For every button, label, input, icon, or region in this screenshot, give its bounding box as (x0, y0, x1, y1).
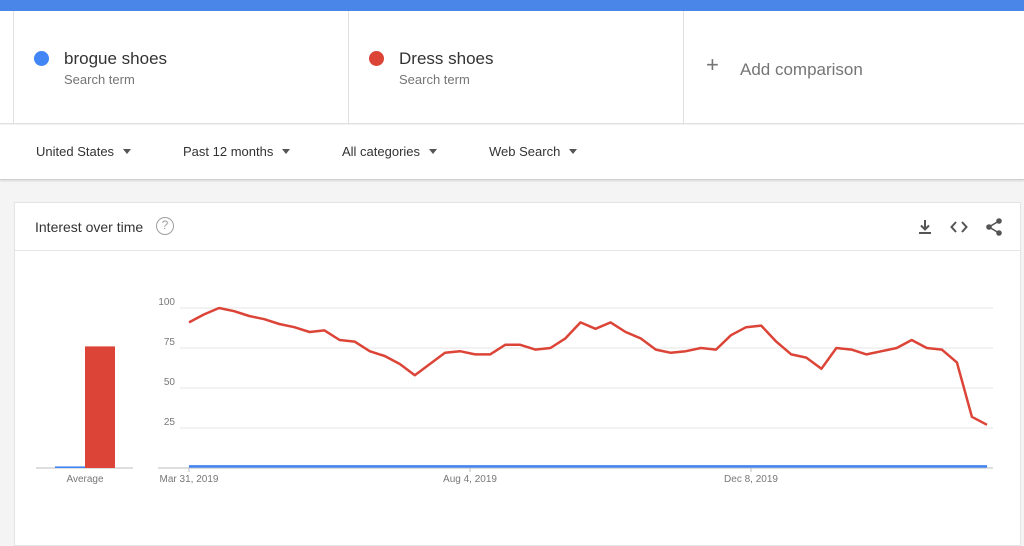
add-comparison-button[interactable]: + Add comparison (684, 11, 1024, 123)
filter-label: Web Search (489, 144, 561, 159)
x-tick-label: Dec 8, 2019 (724, 474, 778, 485)
top-accent-bar (0, 0, 1024, 11)
filter-region-dropdown[interactable]: United States (36, 144, 132, 159)
embed-code-icon[interactable] (949, 217, 969, 237)
average-bar[interactable] (55, 466, 85, 468)
x-tick-label: Aug 4, 2019 (443, 474, 497, 485)
interest-over-time-panel: Interest over time ? 25 50 75 100 Average M… (14, 202, 1021, 546)
caret-down-icon (429, 149, 438, 154)
term-type-label: Search term (399, 72, 470, 87)
term-name[interactable]: brogue shoes (64, 49, 167, 69)
add-comparison-label: Add comparison (740, 60, 863, 79)
term-color-dot (34, 51, 49, 66)
interest-chart: 25 50 75 100 Average Mar 31, 2019 Aug 4, 201… (36, 297, 993, 485)
panel-header: Interest over time ? (15, 203, 1020, 251)
caret-down-icon (282, 149, 291, 154)
y-tick-label: 50 (164, 377, 176, 388)
filter-search-type-dropdown[interactable]: Web Search (489, 144, 578, 159)
caret-down-icon (123, 149, 132, 154)
filter-label: Past 12 months (183, 144, 274, 159)
comparison-terms-row: brogue shoes Search term Dress shoes Sea… (0, 11, 1024, 124)
term-type-label: Search term (64, 72, 135, 87)
plus-icon: + (706, 52, 719, 77)
average-label: Average (66, 474, 104, 485)
panel-title: Interest over time (35, 219, 144, 235)
average-bar[interactable] (85, 346, 115, 468)
term-color-dot (369, 51, 384, 66)
x-tick-label: Mar 31, 2019 (160, 474, 219, 485)
term-card-dress-shoes[interactable]: Dress shoes Search term (349, 11, 684, 123)
help-icon[interactable]: ? (156, 217, 174, 235)
y-tick-label: 75 (164, 337, 176, 348)
term-name[interactable]: Dress shoes (399, 49, 493, 69)
series-line[interactable] (188, 306, 988, 426)
share-icon[interactable] (984, 217, 1004, 237)
term-card-brogue-shoes[interactable]: brogue shoes Search term (14, 11, 349, 123)
y-tick-label: 25 (164, 417, 176, 428)
filter-label: United States (36, 144, 115, 159)
caret-down-icon (569, 149, 578, 154)
filter-category-dropdown[interactable]: All categories (342, 144, 438, 159)
filter-time-range-dropdown[interactable]: Past 12 months (183, 144, 291, 159)
y-tick-label: 100 (158, 297, 175, 308)
terms-left-gap (0, 11, 14, 123)
download-icon[interactable] (915, 217, 935, 237)
filter-label: All categories (342, 144, 421, 159)
filters-bar: United States Past 12 months All categor… (0, 125, 1024, 180)
